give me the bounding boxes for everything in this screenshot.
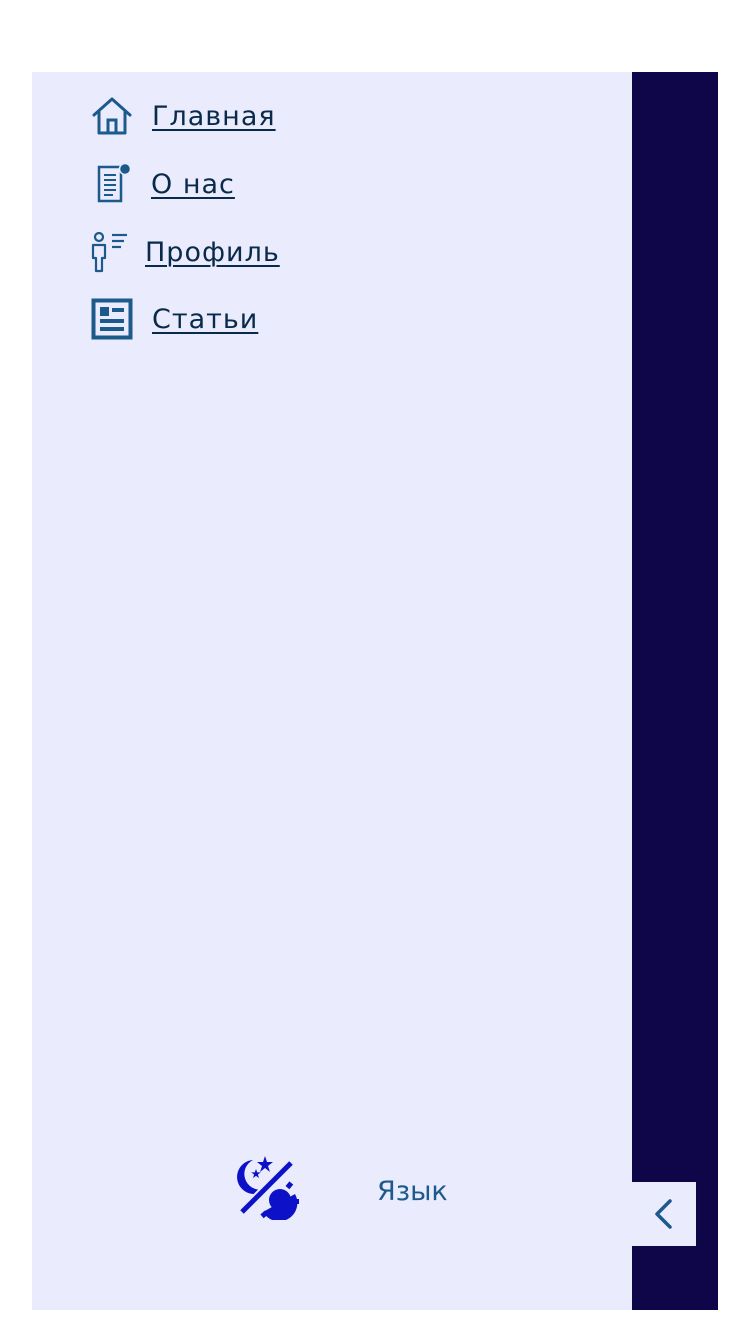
chevron-left-icon	[655, 1199, 672, 1229]
nav-item-home[interactable]: Главная	[90, 95, 276, 137]
home-icon	[90, 95, 134, 137]
nav-item-about[interactable]: О нас	[95, 163, 235, 205]
user-list-icon	[90, 230, 130, 274]
newspaper-icon	[91, 298, 133, 340]
document-notification-icon	[95, 163, 131, 205]
nav-item-label: Главная	[152, 100, 276, 132]
nav-item-label: О нас	[151, 168, 235, 200]
theme-toggle-icon	[237, 1156, 299, 1222]
collapse-sidebar-button[interactable]	[632, 1182, 696, 1246]
nav-item-label: Статьи	[152, 303, 259, 335]
nav-item-label: Профиль	[145, 236, 280, 268]
nav-item-profile[interactable]: Профиль	[90, 230, 280, 274]
nav-item-articles[interactable]: Статьи	[91, 298, 258, 340]
theme-toggle-button[interactable]	[233, 1154, 299, 1222]
main-content-area	[632, 72, 718, 1310]
language-button[interactable]: Язык	[377, 1176, 448, 1207]
